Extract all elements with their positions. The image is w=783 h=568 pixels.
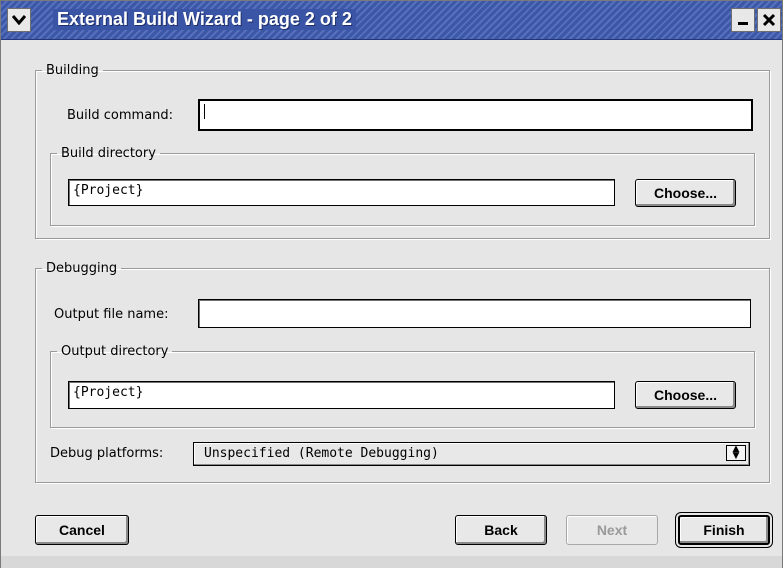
- build-command-input[interactable]: [198, 99, 753, 131]
- text-caret: [204, 104, 205, 119]
- build-directory-input[interactable]: {Project}: [68, 179, 615, 206]
- build-directory-choose-button[interactable]: Choose...: [635, 179, 736, 207]
- debug-platforms-value: Unspecified (Remote Debugging): [204, 446, 439, 461]
- debug-platforms-select[interactable]: Unspecified (Remote Debugging) ▲ ▼: [193, 442, 750, 466]
- close-button[interactable]: [757, 8, 781, 32]
- minimize-button[interactable]: [731, 8, 755, 32]
- updown-arrows-icon: ▲ ▼: [726, 445, 746, 461]
- finish-button[interactable]: Finish: [675, 512, 773, 548]
- build-directory-legend: Build directory: [61, 146, 156, 161]
- output-directory-input[interactable]: {Project}: [68, 381, 615, 409]
- title-bar[interactable]: External Build Wizard - page 2 of 2: [1, 1, 782, 40]
- build-command-label: Build command:: [67, 108, 174, 123]
- output-directory-choose-button[interactable]: Choose...: [635, 381, 736, 409]
- output-file-name-input[interactable]: [198, 299, 751, 328]
- cancel-button[interactable]: Cancel: [35, 515, 129, 545]
- window-title: External Build Wizard - page 2 of 2: [53, 9, 356, 30]
- window-menu-button[interactable]: [7, 8, 31, 32]
- output-directory-legend: Output directory: [61, 344, 169, 359]
- debugging-legend: Debugging: [46, 261, 118, 276]
- window-bottom-edge: [1, 556, 782, 568]
- debug-platforms-label: Debug platforms:: [50, 446, 164, 461]
- close-icon: [762, 13, 776, 27]
- output-file-name-label: Output file name:: [54, 307, 169, 322]
- next-button[interactable]: Next: [566, 515, 658, 545]
- back-button[interactable]: Back: [455, 515, 547, 545]
- chevron-down-icon: [12, 15, 26, 25]
- building-legend: Building: [46, 63, 99, 78]
- minimize-icon: [738, 22, 748, 25]
- wizard-window: External Build Wizard - page 2 of 2 Buil…: [0, 0, 783, 568]
